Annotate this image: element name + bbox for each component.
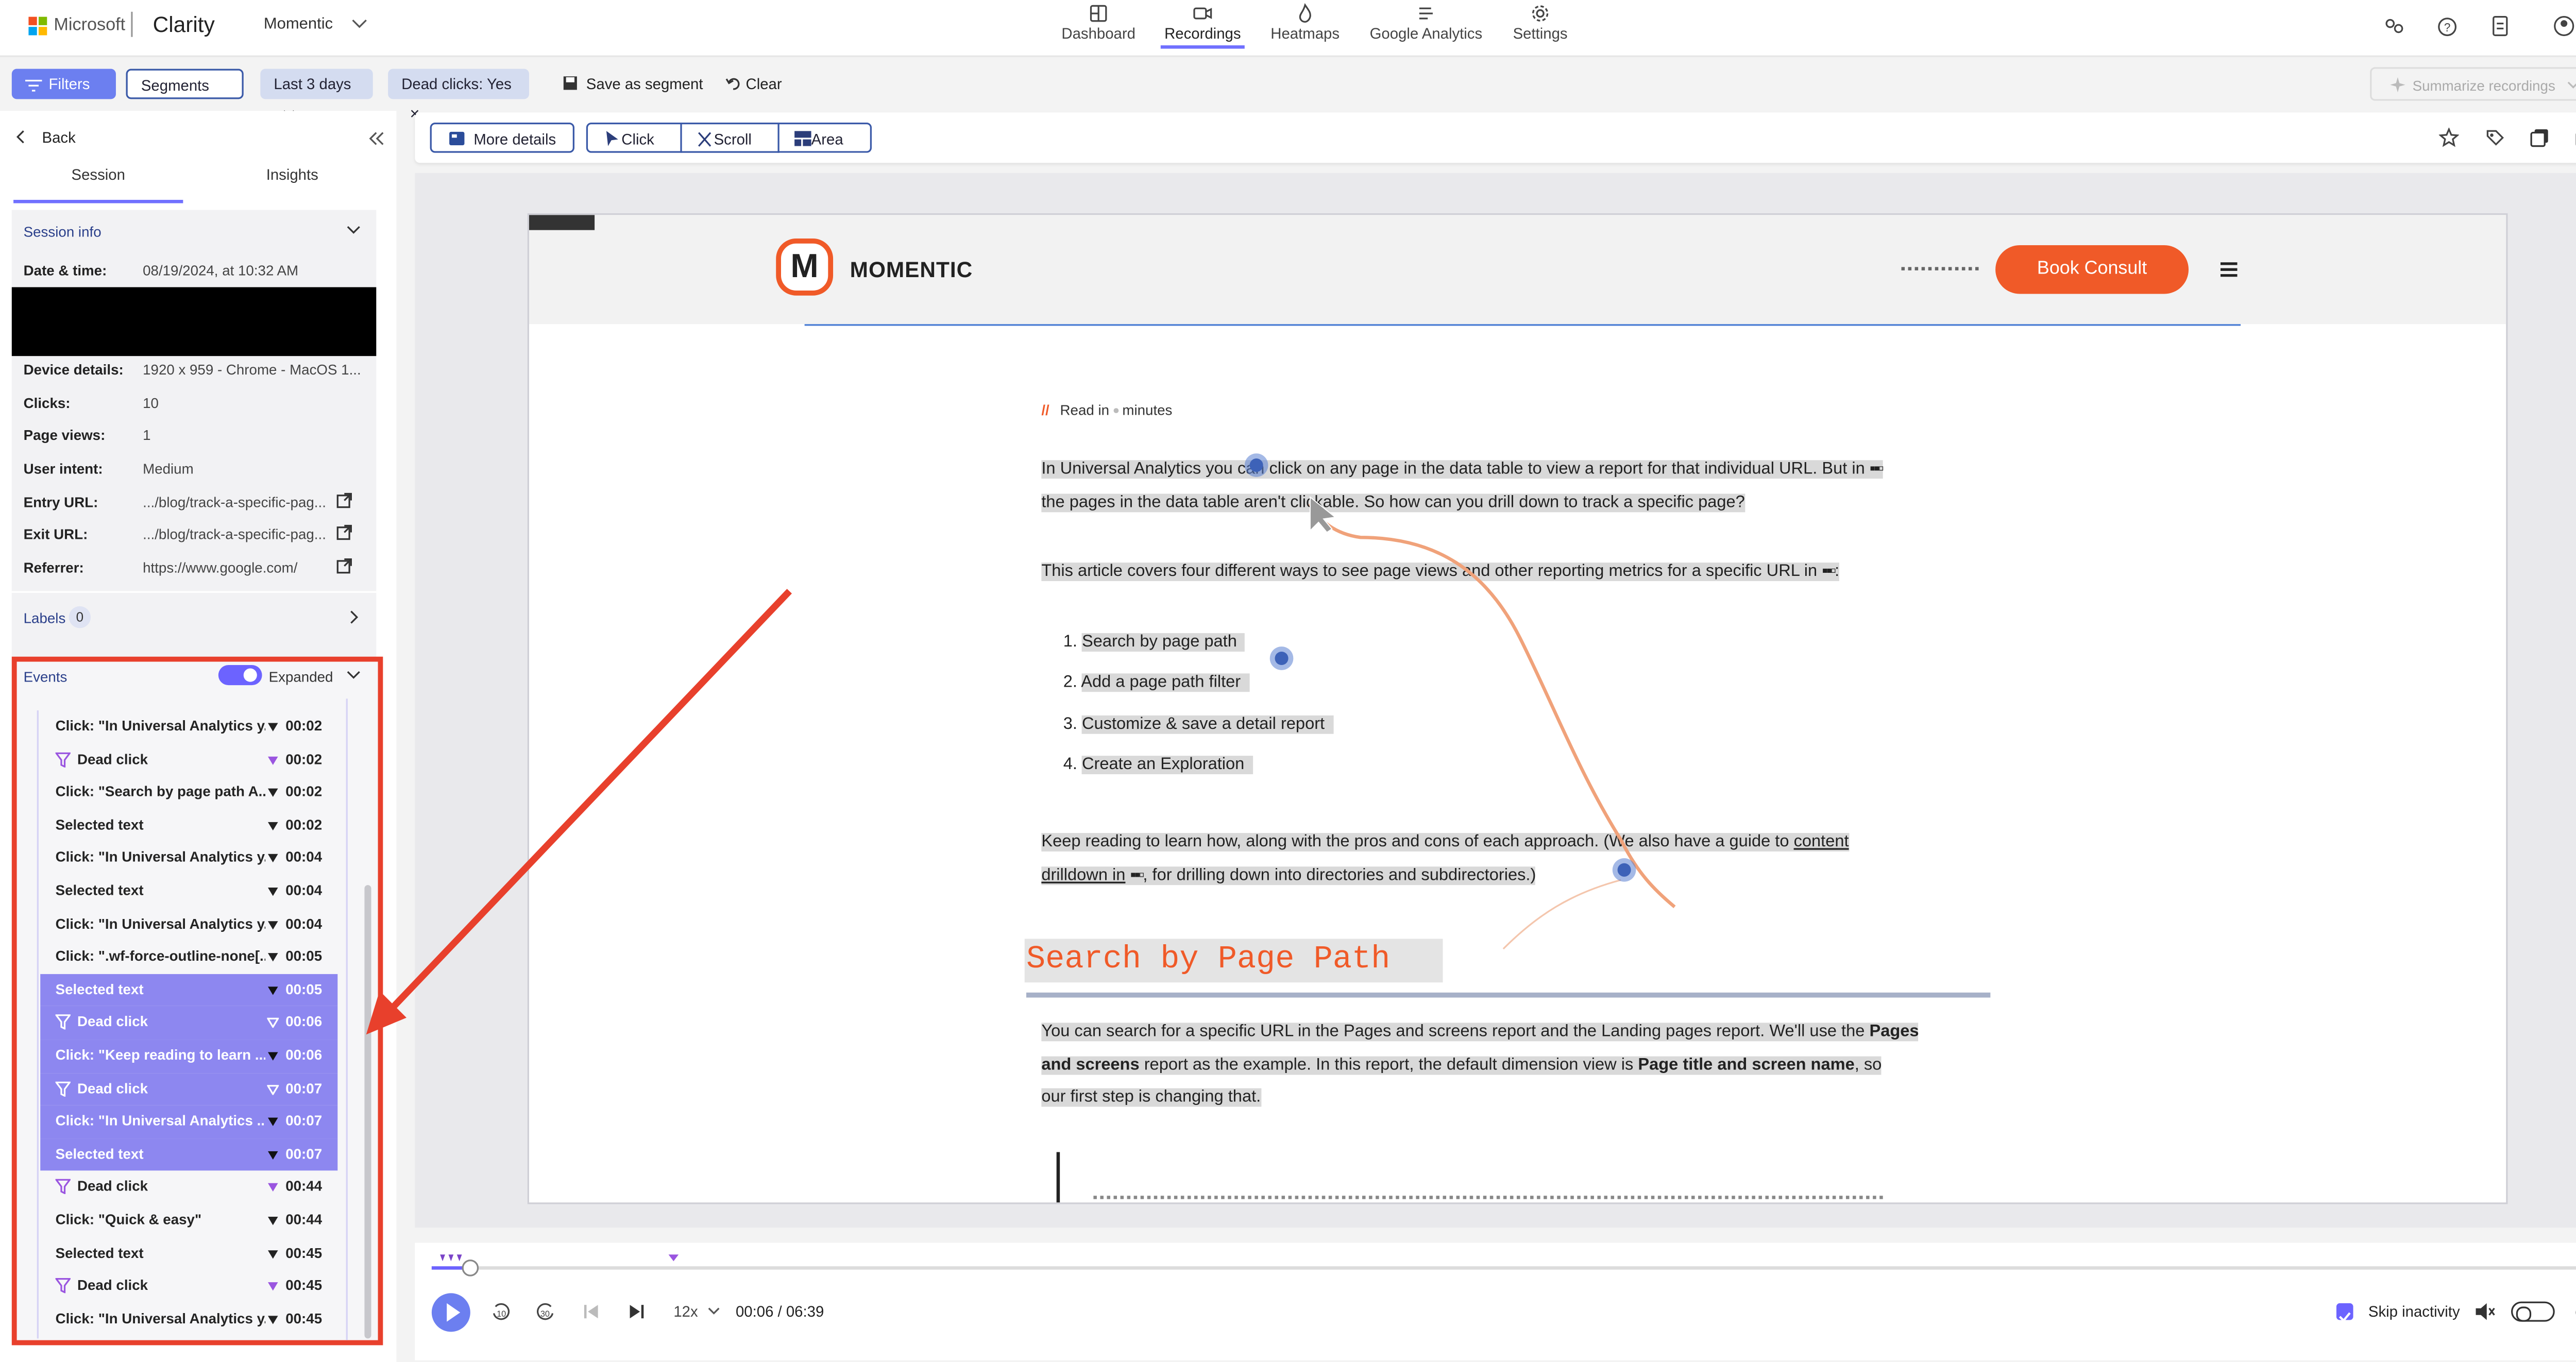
- chevron-down-icon: [708, 1307, 720, 1315]
- click-marker-icon: [1244, 453, 1268, 477]
- player-controls: 10 30 12x 00:06 / 06:39 Skip inactivity: [415, 1242, 2576, 1360]
- annotation-arrow: [380, 589, 792, 1020]
- skip-inactivity-label: Skip inactivity: [2368, 1303, 2460, 1320]
- forward-30-icon[interactable]: 30: [536, 1302, 556, 1322]
- speed-selector[interactable]: 12x: [673, 1303, 720, 1320]
- progress-track[interactable]: [431, 1266, 2576, 1270]
- event-markers-icon: [440, 1254, 462, 1262]
- play-icon: [447, 1303, 461, 1322]
- dead-click-marker-icon: [668, 1254, 679, 1262]
- speed-label: 12x: [673, 1303, 698, 1320]
- play-button[interactable]: [431, 1293, 470, 1332]
- click-marker-icon: [1612, 858, 1636, 882]
- skip-inactivity-checkbox[interactable]: [2336, 1303, 2353, 1322]
- click-marker-icon: [1269, 646, 1294, 670]
- svg-text:30: 30: [540, 1309, 550, 1319]
- previous-icon[interactable]: [583, 1303, 600, 1320]
- overlay-layer: [366, 453, 1676, 1035]
- mouse-trail: [1309, 503, 1676, 909]
- rewind-10-icon[interactable]: 10: [490, 1302, 511, 1322]
- svg-text:10: 10: [497, 1309, 506, 1319]
- time-readout: 00:06 / 06:39: [735, 1303, 824, 1320]
- theme-toggle[interactable]: [2511, 1301, 2555, 1322]
- mute-icon[interactable]: [2474, 1302, 2496, 1322]
- mouse-trail-faint: [1502, 879, 1621, 950]
- next-icon[interactable]: [628, 1303, 645, 1320]
- checkmark-icon: [2338, 1312, 2351, 1322]
